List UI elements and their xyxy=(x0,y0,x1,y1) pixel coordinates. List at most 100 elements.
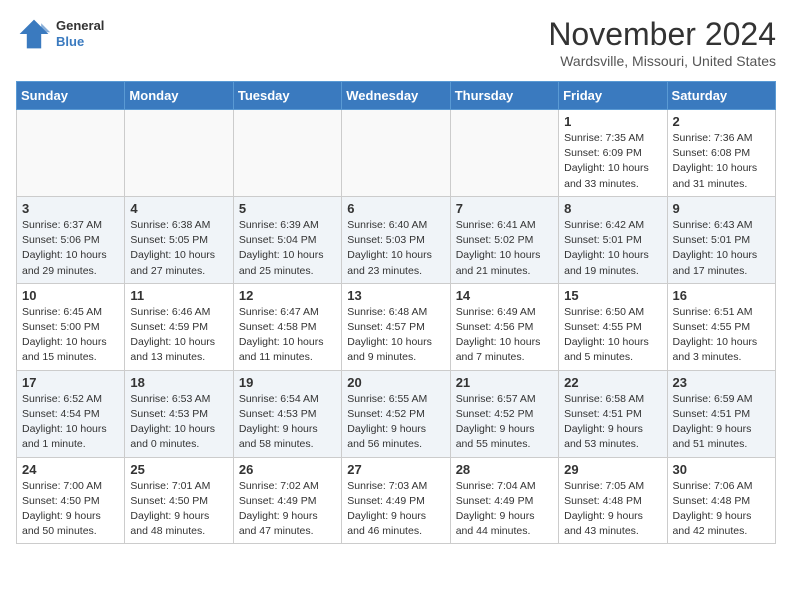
day-info: Sunrise: 6:40 AM Sunset: 5:03 PM Dayligh… xyxy=(347,218,444,279)
calendar-cell: 9 Sunrise: 6:43 AM Sunset: 5:01 PM Daylig… xyxy=(667,196,775,283)
day-info: Sunrise: 6:50 AM Sunset: 4:55 PM Dayligh… xyxy=(564,305,661,366)
calendar-cell: 15Sunrise: 6:50 AM Sunset: 4:55 PM Dayli… xyxy=(559,283,667,370)
calendar-cell: 22 Sunrise: 6:58 AM Sunset: 4:51 PM Dayli… xyxy=(559,370,667,457)
calendar-cell: 12 Sunrise: 6:47 AM Sunset: 4:58 PM Dayli… xyxy=(233,283,341,370)
calendar-cell: 25 Sunrise: 7:01 AM Sunset: 4:50 PM Dayli… xyxy=(125,457,233,544)
calendar-week-5: 24Sunrise: 7:00 AM Sunset: 4:50 PM Dayli… xyxy=(17,457,776,544)
day-number: 9 xyxy=(673,201,770,216)
day-info: Sunrise: 7:03 AM Sunset: 4:49 PM Dayligh… xyxy=(347,479,444,540)
day-number: 4 xyxy=(130,201,227,216)
day-info: Sunrise: 7:05 AM Sunset: 4:48 PM Dayligh… xyxy=(564,479,661,540)
calendar-cell xyxy=(17,110,125,197)
day-number: 6 xyxy=(347,201,444,216)
day-number: 10 xyxy=(22,288,119,303)
month-title: November 2024 xyxy=(548,16,776,53)
col-header-wednesday: Wednesday xyxy=(342,82,450,110)
day-info: Sunrise: 6:47 AM Sunset: 4:58 PM Dayligh… xyxy=(239,305,336,366)
day-number: 16 xyxy=(673,288,770,303)
day-number: 17 xyxy=(22,375,119,390)
day-number: 21 xyxy=(456,375,553,390)
day-number: 23 xyxy=(673,375,770,390)
calendar-cell: 30 Sunrise: 7:06 AM Sunset: 4:48 PM Dayli… xyxy=(667,457,775,544)
day-number: 5 xyxy=(239,201,336,216)
day-info: Sunrise: 6:48 AM Sunset: 4:57 PM Dayligh… xyxy=(347,305,444,366)
day-info: Sunrise: 6:39 AM Sunset: 5:04 PM Dayligh… xyxy=(239,218,336,279)
day-number: 14 xyxy=(456,288,553,303)
calendar-cell: 27 Sunrise: 7:03 AM Sunset: 4:49 PM Dayli… xyxy=(342,457,450,544)
day-info: Sunrise: 6:58 AM Sunset: 4:51 PM Dayligh… xyxy=(564,392,661,453)
day-info: Sunrise: 6:43 AM Sunset: 5:01 PM Dayligh… xyxy=(673,218,770,279)
day-number: 2 xyxy=(673,114,770,129)
day-info: Sunrise: 6:52 AM Sunset: 4:54 PM Dayligh… xyxy=(22,392,119,453)
day-number: 27 xyxy=(347,462,444,477)
day-info: Sunrise: 6:42 AM Sunset: 5:01 PM Dayligh… xyxy=(564,218,661,279)
calendar-cell: 17 Sunrise: 6:52 AM Sunset: 4:54 PM Dayli… xyxy=(17,370,125,457)
calendar-cell: 2 Sunrise: 7:36 AM Sunset: 6:08 PM Daylig… xyxy=(667,110,775,197)
calendar-cell: 4 Sunrise: 6:38 AM Sunset: 5:05 PM Daylig… xyxy=(125,196,233,283)
calendar-cell: 16 Sunrise: 6:51 AM Sunset: 4:55 PM Dayli… xyxy=(667,283,775,370)
calendar-cell: 10 Sunrise: 6:45 AM Sunset: 5:00 PM Dayli… xyxy=(17,283,125,370)
calendar-week-1: 1 Sunrise: 7:35 AM Sunset: 6:09 PM Daylig… xyxy=(17,110,776,197)
calendar-cell: 6 Sunrise: 6:40 AM Sunset: 5:03 PM Daylig… xyxy=(342,196,450,283)
calendar-cell: 8 Sunrise: 6:42 AM Sunset: 5:01 PM Daylig… xyxy=(559,196,667,283)
day-info: Sunrise: 6:45 AM Sunset: 5:00 PM Dayligh… xyxy=(22,305,119,366)
logo-text: General Blue xyxy=(56,18,104,49)
calendar-cell xyxy=(233,110,341,197)
calendar-cell xyxy=(125,110,233,197)
day-number: 22 xyxy=(564,375,661,390)
calendar-cell xyxy=(450,110,558,197)
calendar-cell: 26Sunrise: 7:02 AM Sunset: 4:49 PM Dayli… xyxy=(233,457,341,544)
day-info: Sunrise: 7:04 AM Sunset: 4:49 PM Dayligh… xyxy=(456,479,553,540)
day-info: Sunrise: 6:38 AM Sunset: 5:05 PM Dayligh… xyxy=(130,218,227,279)
day-number: 26 xyxy=(239,462,336,477)
col-header-tuesday: Tuesday xyxy=(233,82,341,110)
calendar-cell: 28 Sunrise: 7:04 AM Sunset: 4:49 PM Dayli… xyxy=(450,457,558,544)
day-number: 12 xyxy=(239,288,336,303)
calendar-cell: 21 Sunrise: 6:57 AM Sunset: 4:52 PM Dayli… xyxy=(450,370,558,457)
calendar-cell: 24Sunrise: 7:00 AM Sunset: 4:50 PM Dayli… xyxy=(17,457,125,544)
calendar-cell: 20 Sunrise: 6:55 AM Sunset: 4:52 PM Dayli… xyxy=(342,370,450,457)
day-info: Sunrise: 6:59 AM Sunset: 4:51 PM Dayligh… xyxy=(673,392,770,453)
calendar-cell xyxy=(342,110,450,197)
day-info: Sunrise: 6:46 AM Sunset: 4:59 PM Dayligh… xyxy=(130,305,227,366)
calendar-cell: 7 Sunrise: 6:41 AM Sunset: 5:02 PM Daylig… xyxy=(450,196,558,283)
page-header: General Blue November 2024 Wardsville, M… xyxy=(16,16,776,69)
col-header-sunday: Sunday xyxy=(17,82,125,110)
day-info: Sunrise: 6:57 AM Sunset: 4:52 PM Dayligh… xyxy=(456,392,553,453)
day-number: 8 xyxy=(564,201,661,216)
day-info: Sunrise: 7:06 AM Sunset: 4:48 PM Dayligh… xyxy=(673,479,770,540)
calendar-table: SundayMondayTuesdayWednesdayThursdayFrid… xyxy=(16,81,776,544)
location: Wardsville, Missouri, United States xyxy=(548,53,776,69)
day-number: 13 xyxy=(347,288,444,303)
col-header-friday: Friday xyxy=(559,82,667,110)
calendar-cell: 18 Sunrise: 6:53 AM Sunset: 4:53 PM Dayli… xyxy=(125,370,233,457)
day-number: 1 xyxy=(564,114,661,129)
calendar-week-4: 17 Sunrise: 6:52 AM Sunset: 4:54 PM Dayli… xyxy=(17,370,776,457)
day-info: Sunrise: 7:35 AM Sunset: 6:09 PM Dayligh… xyxy=(564,131,661,192)
day-number: 7 xyxy=(456,201,553,216)
day-number: 20 xyxy=(347,375,444,390)
day-number: 11 xyxy=(130,288,227,303)
day-info: Sunrise: 6:53 AM Sunset: 4:53 PM Dayligh… xyxy=(130,392,227,453)
day-number: 25 xyxy=(130,462,227,477)
day-info: Sunrise: 7:01 AM Sunset: 4:50 PM Dayligh… xyxy=(130,479,227,540)
calendar-cell: 29 Sunrise: 7:05 AM Sunset: 4:48 PM Dayli… xyxy=(559,457,667,544)
calendar-cell: 5 Sunrise: 6:39 AM Sunset: 5:04 PM Daylig… xyxy=(233,196,341,283)
day-number: 24 xyxy=(22,462,119,477)
logo-icon xyxy=(16,16,52,52)
calendar-cell: 13 Sunrise: 6:48 AM Sunset: 4:57 PM Dayli… xyxy=(342,283,450,370)
day-number: 28 xyxy=(456,462,553,477)
day-number: 29 xyxy=(564,462,661,477)
col-header-thursday: Thursday xyxy=(450,82,558,110)
day-info: Sunrise: 6:41 AM Sunset: 5:02 PM Dayligh… xyxy=(456,218,553,279)
calendar-cell: 14 Sunrise: 6:49 AM Sunset: 4:56 PM Dayli… xyxy=(450,283,558,370)
logo: General Blue xyxy=(16,16,104,52)
day-info: Sunrise: 7:36 AM Sunset: 6:08 PM Dayligh… xyxy=(673,131,770,192)
day-info: Sunrise: 6:55 AM Sunset: 4:52 PM Dayligh… xyxy=(347,392,444,453)
day-number: 30 xyxy=(673,462,770,477)
day-info: Sunrise: 6:49 AM Sunset: 4:56 PM Dayligh… xyxy=(456,305,553,366)
day-number: 19 xyxy=(239,375,336,390)
day-number: 18 xyxy=(130,375,227,390)
day-number: 3 xyxy=(22,201,119,216)
day-info: Sunrise: 6:51 AM Sunset: 4:55 PM Dayligh… xyxy=(673,305,770,366)
